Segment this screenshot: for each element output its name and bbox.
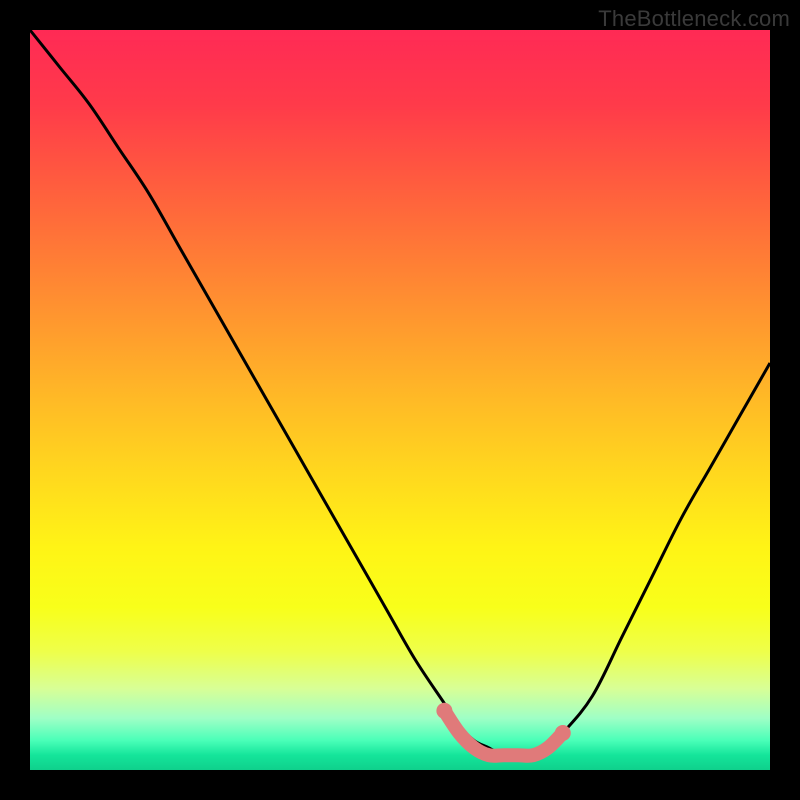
highlight-endpoint-right [555,725,571,741]
highlight-endpoint-left [436,703,452,719]
bottleneck-curve [30,30,770,756]
watermark-text: TheBottleneck.com [598,6,790,32]
chart-canvas: TheBottleneck.com [0,0,800,800]
plot-area [30,30,770,770]
optimal-zone-highlight [444,711,562,756]
chart-svg [30,30,770,770]
